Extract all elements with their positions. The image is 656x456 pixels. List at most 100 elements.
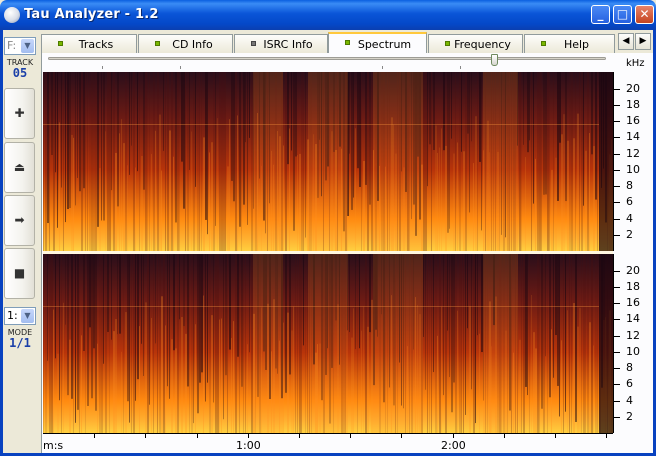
time-axis-tick: [452, 434, 454, 438]
y-axis-tick-label: 2: [626, 409, 633, 423]
slider-tick: [460, 66, 461, 69]
window-title: Tau Analyzer - 1.2: [24, 7, 159, 22]
add-button[interactable]: ✚: [4, 88, 35, 139]
y-axis-tick-label: 8: [626, 179, 633, 193]
spectrogram-left-channel[interactable]: [43, 72, 613, 252]
time-axis-tick: [299, 434, 300, 438]
eject-button[interactable]: ⏏: [4, 142, 35, 193]
zoom-slider[interactable]: [48, 57, 606, 60]
tab-label: Tracks: [78, 38, 114, 51]
title-bar[interactable]: Tau Analyzer - 1.2 _ □ ✕: [0, 0, 656, 30]
arrow-right-icon: ▶: [639, 36, 647, 46]
y-axis-tick: [614, 384, 620, 386]
tab-bar: Tracks CD Info ISRC Info Spectrum Freque…: [41, 32, 615, 54]
y-axis-tick: [614, 88, 620, 90]
y-axis-tick-label: 6: [626, 195, 633, 209]
y-axis-tick: [614, 234, 620, 236]
y-axis-tick: [614, 416, 620, 418]
y-axis-tick-label: 16: [626, 296, 640, 310]
y-axis-tick-label: 20: [626, 81, 640, 95]
tab-spectrum[interactable]: Spectrum: [328, 32, 427, 54]
tab-frequency[interactable]: Frequency: [428, 34, 523, 53]
y-axis-tick-label: 4: [626, 393, 633, 407]
spectrogram-right-channel[interactable]: [43, 254, 613, 434]
y-axis-tick: [614, 121, 620, 123]
y-axis-tick: [614, 319, 620, 321]
tab-label: Spectrum: [357, 38, 412, 51]
chevron-down-icon[interactable]: ▼: [21, 309, 34, 323]
chevron-down-icon[interactable]: ▼: [21, 39, 34, 53]
slider-tick: [102, 66, 103, 69]
mode-select[interactable]: 1: ▼: [4, 307, 36, 325]
y-axis-bottom: [613, 254, 614, 433]
time-axis-tick: [401, 434, 403, 438]
y-axis-top: [613, 72, 614, 251]
time-axis-tick: [94, 434, 96, 438]
track-number: 05: [12, 66, 28, 80]
time-axis-tick: [145, 434, 147, 438]
tab-scroll-right-button[interactable]: ▶: [635, 33, 651, 50]
drive-select[interactable]: F: ▼: [4, 37, 36, 55]
y-axis-tick-label: 12: [626, 146, 640, 160]
tab-help[interactable]: Help: [524, 34, 615, 53]
khz-unit-label: kHz: [626, 58, 645, 69]
slider-tick: [382, 66, 383, 69]
tab-label: Help: [563, 38, 590, 51]
y-axis-tick-label: 10: [626, 344, 640, 358]
mode-select-value: 1:: [7, 309, 18, 322]
y-axis-tick: [614, 335, 620, 337]
tab-scroll-left-button[interactable]: ◀: [618, 33, 634, 50]
spectrogram-image: [43, 254, 613, 433]
y-axis-tick: [614, 368, 620, 370]
y-axis-tick: [614, 351, 620, 353]
time-axis-tick: [196, 434, 198, 438]
arrow-right-icon: ➡: [14, 213, 25, 227]
stop-button[interactable]: ■: [4, 248, 35, 299]
minimize-button[interactable]: _: [591, 5, 610, 24]
arrow-left-icon: ◀: [622, 36, 630, 46]
y-axis-tick: [614, 202, 620, 204]
zoom-slider-thumb[interactable]: [491, 54, 499, 66]
time-axis-label: m:s: [43, 439, 64, 452]
time-axis: m:s 1:00 2:00: [43, 433, 613, 452]
time-axis-tick: [247, 434, 249, 438]
y-axis-tick: [614, 186, 620, 188]
y-axis-tick-label: 2: [626, 227, 633, 241]
tab-tracks[interactable]: Tracks: [41, 34, 137, 53]
play-button[interactable]: ➡: [4, 195, 35, 246]
y-axis-tick: [614, 218, 620, 220]
tab-isrc-info[interactable]: ISRC Info: [234, 34, 328, 53]
close-button[interactable]: ✕: [635, 5, 654, 24]
tab-cd-info[interactable]: CD Info: [138, 34, 233, 53]
y-axis-tick: [614, 153, 620, 155]
slider-tick: [180, 66, 181, 69]
tab-label: Frequency: [454, 38, 511, 51]
drive-select-value: F:: [7, 39, 17, 52]
y-axis-tick: [614, 303, 620, 305]
y-axis-tick: [614, 270, 620, 272]
y-axis-tick-label: 4: [626, 211, 633, 225]
y-axis-tick-label: 18: [626, 97, 640, 111]
time-axis-tick-label: 2:00: [441, 439, 466, 452]
maximize-button[interactable]: □: [613, 5, 632, 24]
time-axis-tick: [350, 434, 352, 438]
tab-label: ISRC Info: [263, 38, 313, 51]
time-axis-tick: [503, 434, 505, 438]
y-axis-tick-label: 10: [626, 162, 640, 176]
time-axis-tick-label: 1:00: [236, 439, 261, 452]
spectrogram-image: [43, 72, 613, 251]
time-axis-tick: [606, 434, 608, 438]
y-axis-tick-label: 8: [626, 361, 633, 375]
left-control-panel: F: ▼ TRACK 05 ✚ ⏏ ➡ ■ 1: ▼ MODE 1/1: [3, 30, 37, 453]
y-axis-tick-label: 14: [626, 130, 640, 144]
plus-icon: ✚: [14, 106, 25, 120]
eject-icon: ⏏: [13, 160, 26, 174]
y-axis-tick-label: 14: [626, 312, 640, 326]
stop-icon: ■: [13, 266, 26, 280]
y-axis-tick-label: 12: [626, 328, 640, 342]
y-axis-tick-label: 16: [626, 114, 640, 128]
y-axis-tick: [614, 286, 620, 288]
tab-label: CD Info: [172, 38, 213, 51]
y-axis-tick-label: 6: [626, 377, 633, 391]
y-axis-tick: [614, 400, 620, 402]
